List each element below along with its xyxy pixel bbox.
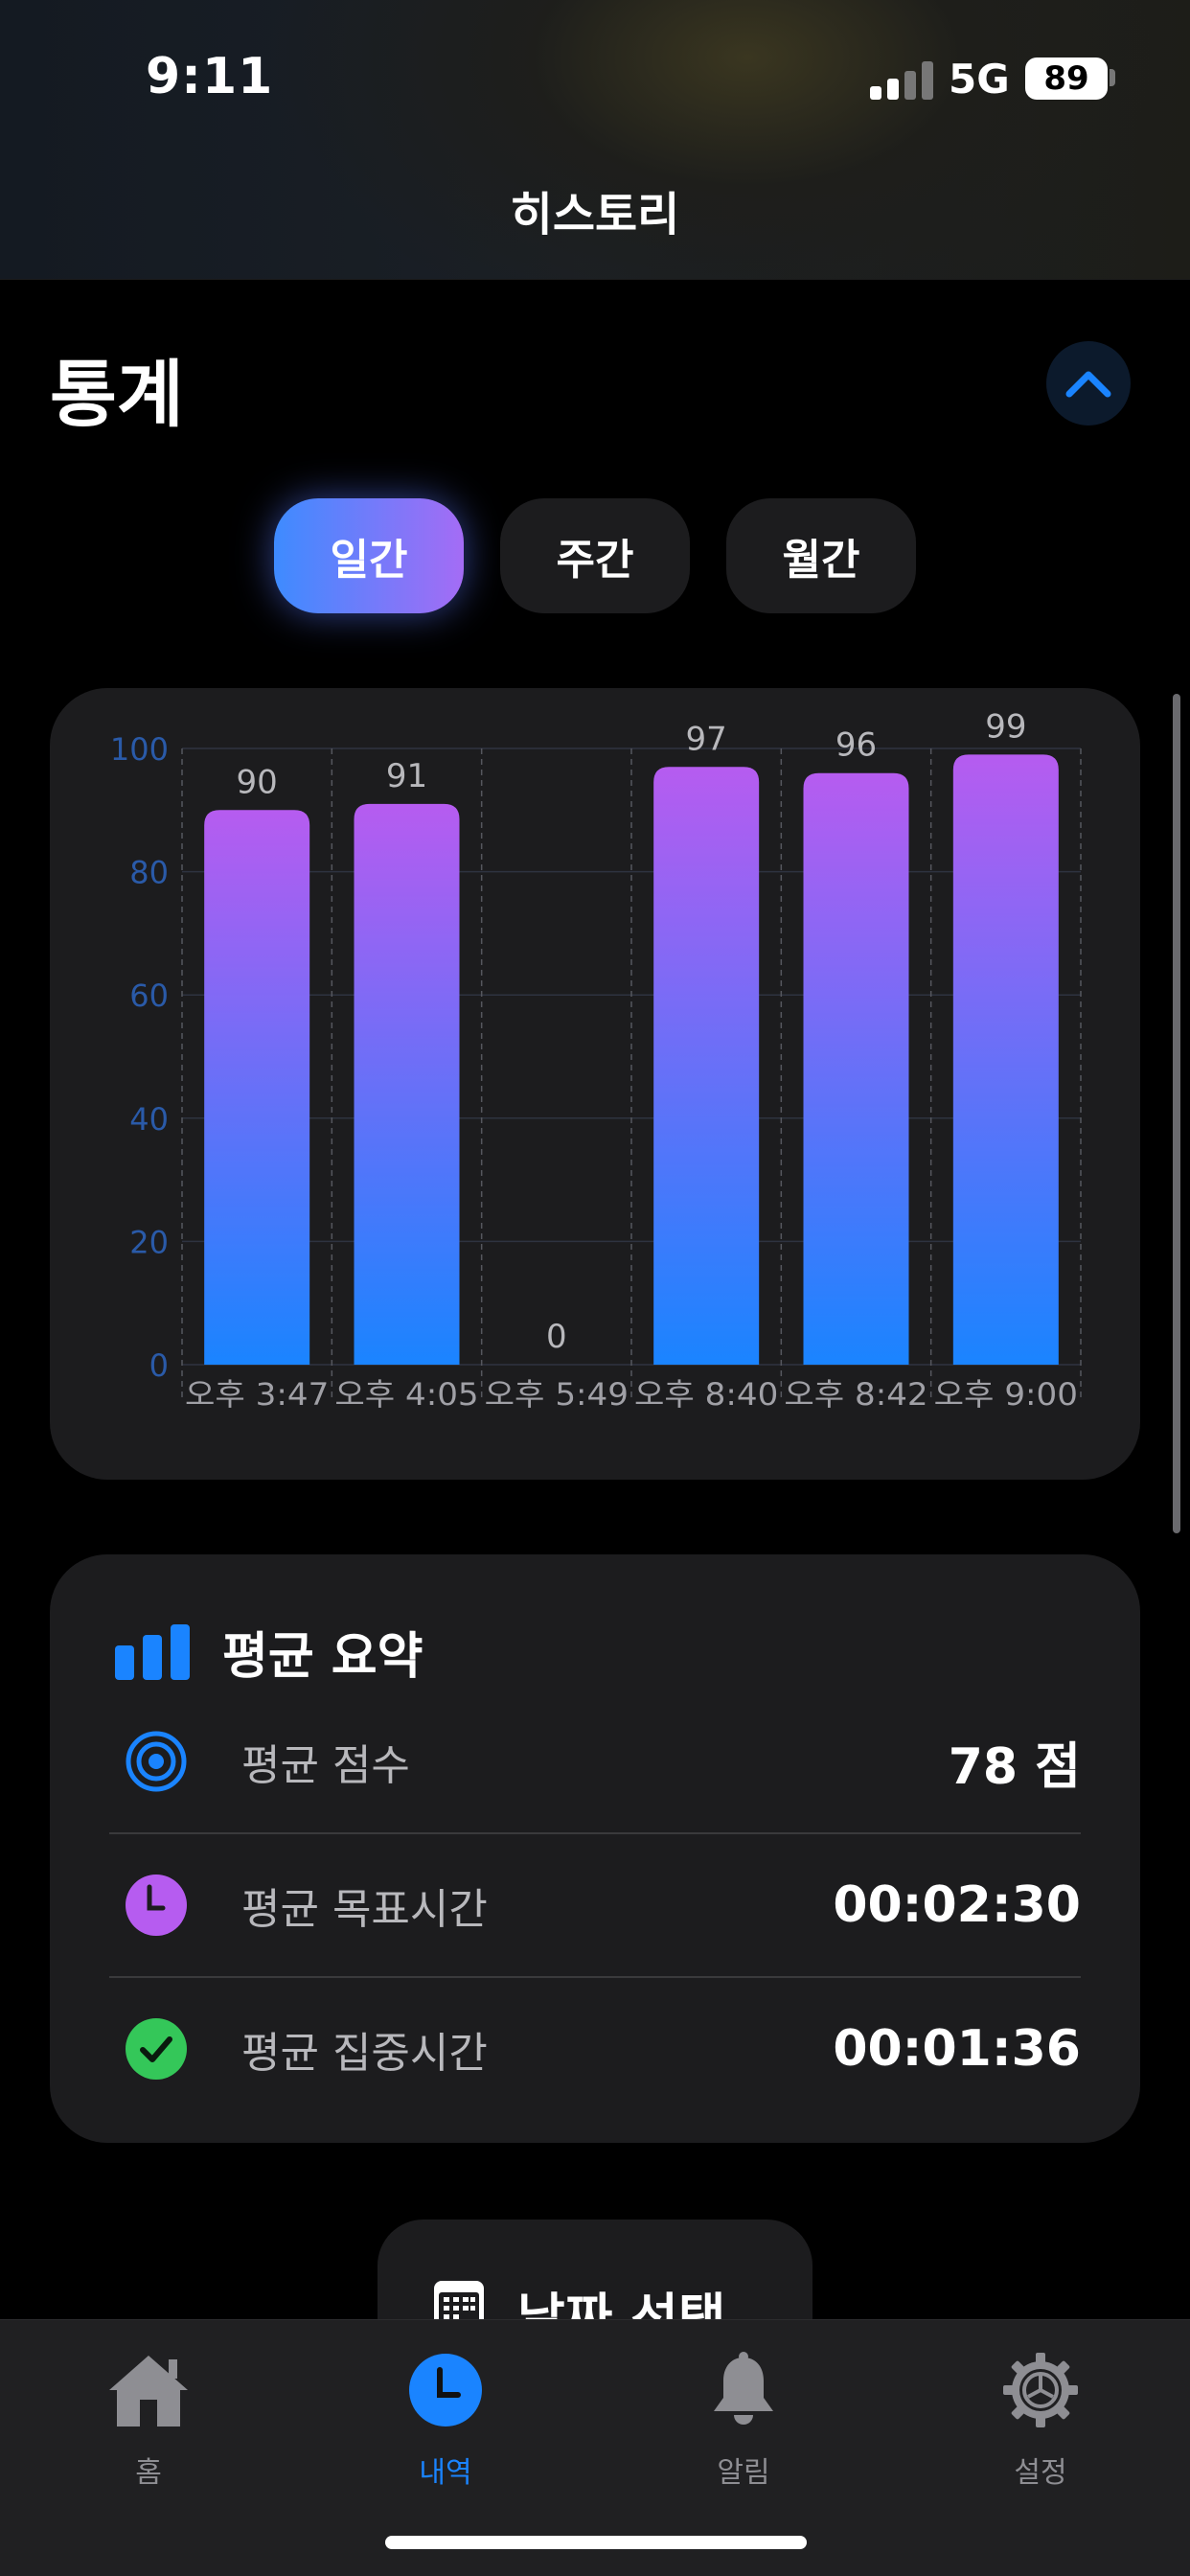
x-tick-label: 오후 4:05 xyxy=(334,1376,478,1413)
tab-history[interactable]: 내역 xyxy=(350,2349,541,2491)
bar xyxy=(204,810,310,1365)
summary-row-score: 평균 점수 78 점 xyxy=(109,1690,1081,1832)
target-icon xyxy=(126,1731,187,1792)
summary-label: 평균 목표시간 xyxy=(241,1885,488,1934)
stats-title: 통계 xyxy=(50,352,184,437)
segment-daily[interactable]: 일간 xyxy=(274,498,464,613)
tab-alerts[interactable]: 알림 xyxy=(648,2349,839,2491)
chevron-up-icon xyxy=(1065,371,1111,398)
x-tick-label: 오후 3:47 xyxy=(185,1376,329,1413)
collapse-button[interactable] xyxy=(1046,341,1131,426)
y-tick-label: 0 xyxy=(149,1347,169,1384)
bar xyxy=(653,767,760,1365)
segment-weekly[interactable]: 주간 xyxy=(500,498,690,613)
summary-label: 평균 집중시간 xyxy=(241,2029,488,2078)
y-tick-label: 40 xyxy=(129,1101,169,1138)
clock-icon xyxy=(409,2354,482,2426)
summary-header: 평균 요약 xyxy=(115,1616,423,1688)
home-icon xyxy=(109,2356,188,2426)
bell-icon xyxy=(714,2352,773,2425)
check-circle-icon xyxy=(126,2018,187,2080)
summary-value: 78 점 xyxy=(948,1737,1081,1796)
summary-label: 평균 점수 xyxy=(241,1741,410,1790)
segment-monthly[interactable]: 월간 xyxy=(726,498,916,613)
y-tick-label: 100 xyxy=(110,731,169,768)
network-type: 5G xyxy=(949,56,1010,103)
bar-chart-icon xyxy=(115,1623,190,1680)
bar xyxy=(952,754,1059,1365)
home-indicator xyxy=(385,2536,807,2549)
data-label: 90 xyxy=(237,763,278,801)
y-tick-label: 80 xyxy=(129,855,169,891)
x-tick-label: 오후 5:49 xyxy=(485,1376,629,1413)
battery-icon: 89 xyxy=(1025,58,1108,100)
summary-title: 평균 요약 xyxy=(222,1628,423,1686)
chart-card: 0 20 40 60 80 100 90 오후 3:47 91 오후 4:05 0 오후 5:49 97… xyxy=(50,688,1140,1480)
tab-label: 알림 xyxy=(717,2456,770,2490)
y-tick-label: 20 xyxy=(129,1224,169,1260)
tab-home[interactable]: 홈 xyxy=(53,2349,244,2491)
y-tick-label: 60 xyxy=(129,978,169,1014)
bar xyxy=(803,772,909,1365)
scroll-indicator xyxy=(1173,694,1180,1533)
summary-row-goal-time: 평균 목표시간 00:02:30 xyxy=(109,1834,1081,1976)
x-tick-label: 오후 9:00 xyxy=(934,1376,1078,1413)
summary-row-focus-time: 평균 집중시간 00:01:36 xyxy=(109,1978,1081,2120)
bar-chart: 0 20 40 60 80 100 90 오후 3:47 91 오후 4:05 0 오후 5:49 97… xyxy=(110,707,1082,1413)
summary-card: 평균 요약 평균 점수 78 점 평균 목표시간 00:02:30 평균 집중시… xyxy=(50,1554,1140,2143)
data-label: 96 xyxy=(835,726,877,765)
status-time: 9:11 xyxy=(146,48,274,105)
gear-icon xyxy=(1003,2353,1078,2427)
data-label: 97 xyxy=(686,720,727,758)
x-tick-label: 오후 8:42 xyxy=(784,1376,927,1413)
top-bar: 9:11 5G 89 히스토리 xyxy=(0,0,1190,280)
data-label: 99 xyxy=(985,707,1026,746)
cellular-signal-icon xyxy=(870,61,933,100)
battery-tip xyxy=(1110,69,1115,86)
data-label: 91 xyxy=(386,757,427,795)
clock-icon xyxy=(126,1874,187,1936)
tab-label: 설정 xyxy=(1014,2456,1067,2490)
summary-value: 00:01:36 xyxy=(833,2020,1081,2078)
summary-value: 00:02:30 xyxy=(833,1876,1081,1934)
tab-label: 내역 xyxy=(419,2456,472,2490)
bar xyxy=(354,803,460,1365)
x-tick-label: 오후 8:40 xyxy=(634,1376,778,1413)
tab-label: 홈 xyxy=(135,2456,162,2490)
data-label: 0 xyxy=(546,1318,567,1356)
page-title: 히스토리 xyxy=(510,188,680,242)
tab-settings[interactable]: 설정 xyxy=(945,2349,1136,2491)
